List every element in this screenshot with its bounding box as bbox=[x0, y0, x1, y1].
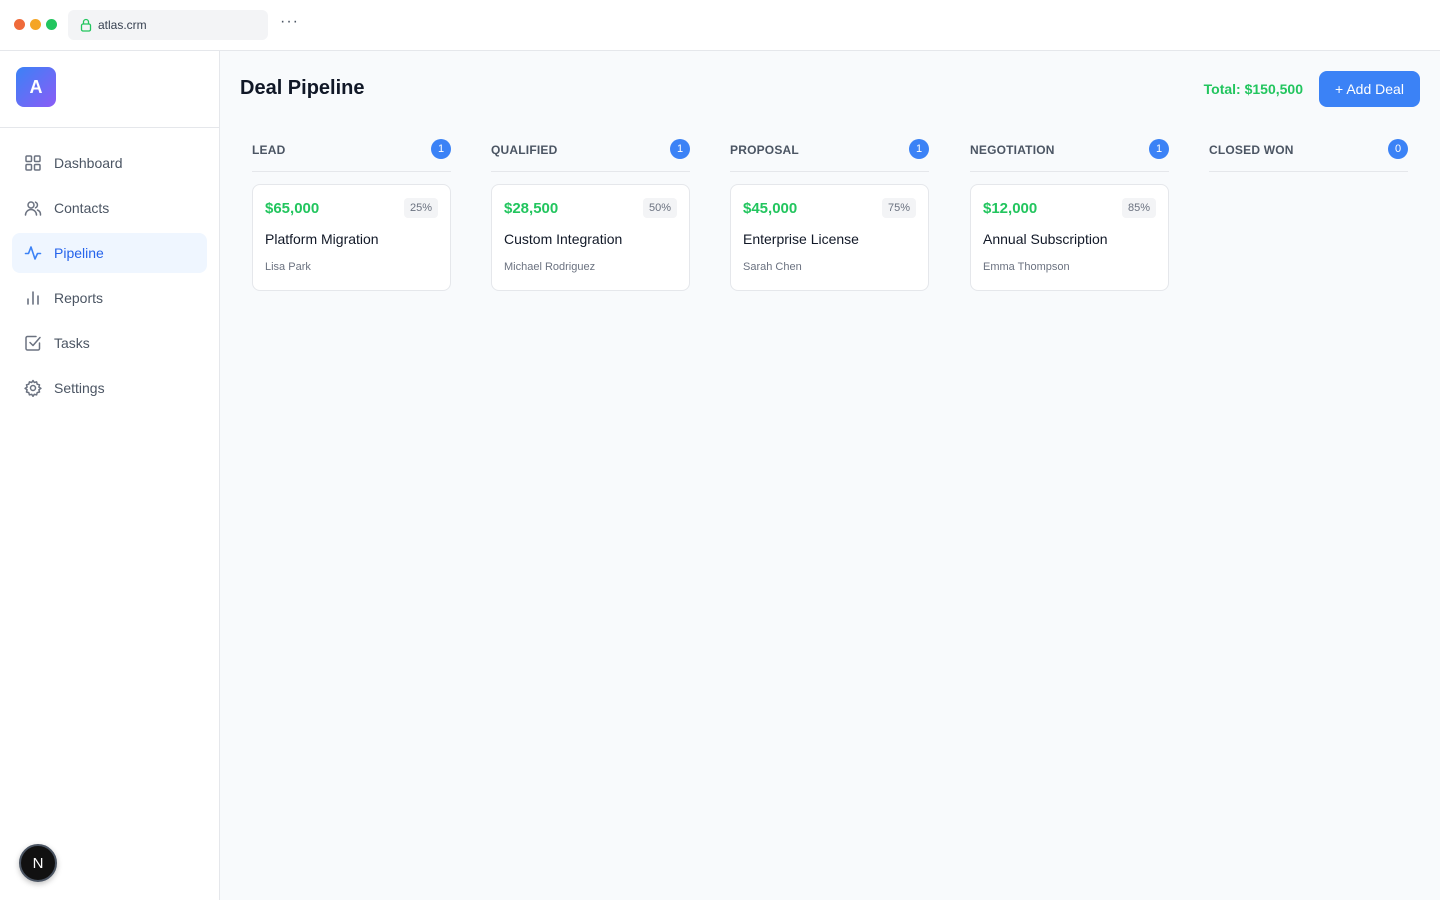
pipeline-total: Total: $150,500 bbox=[1203, 81, 1303, 97]
users-icon bbox=[24, 199, 42, 217]
more-options-icon[interactable]: ··· bbox=[280, 14, 299, 30]
deal-probability-badge: 75% bbox=[881, 198, 916, 218]
browser-chrome: atlas.crm ··· bbox=[0, 0, 1440, 51]
gear-icon bbox=[24, 379, 42, 397]
column-count-badge: 0 bbox=[1388, 139, 1408, 159]
add-deal-button[interactable]: + Add Deal bbox=[1319, 71, 1420, 107]
lock-icon bbox=[80, 18, 92, 32]
activity-icon bbox=[24, 244, 42, 262]
sidebar-item-label: Contacts bbox=[54, 200, 110, 216]
sidebar-item-label: Dashboard bbox=[54, 155, 123, 171]
column-closed-won: CLOSED WON 0 bbox=[1209, 139, 1408, 172]
column-qualified: QUALIFIED 1 $28,500 50% Custom Integrati… bbox=[491, 139, 690, 291]
column-header: NEGOTIATION 1 bbox=[970, 139, 1169, 172]
maximize-window-button[interactable] bbox=[46, 19, 57, 30]
deal-name: Platform Migration bbox=[265, 231, 379, 247]
column-title: QUALIFIED bbox=[491, 143, 558, 157]
column-title: CLOSED WON bbox=[1209, 143, 1294, 157]
address-bar[interactable]: atlas.crm bbox=[68, 10, 268, 40]
deal-owner: Sarah Chen bbox=[743, 261, 802, 273]
sidebar-item-reports[interactable]: Reports bbox=[12, 278, 207, 318]
column-title: PROPOSAL bbox=[730, 143, 799, 157]
deal-card[interactable]: $45,000 75% Enterprise License Sarah Che… bbox=[730, 184, 929, 291]
sidebar-item-contacts[interactable]: Contacts bbox=[12, 188, 207, 228]
sidebar: A Dashboard Contacts Pipeline Reports Ta… bbox=[0, 51, 220, 900]
deal-card[interactable]: $12,000 85% Annual Subscription Emma Tho… bbox=[970, 184, 1169, 291]
deal-card[interactable]: $65,000 25% Platform Migration Lisa Park bbox=[252, 184, 451, 291]
brand-logo[interactable]: A bbox=[16, 67, 56, 107]
deal-card[interactable]: $28,500 50% Custom Integration Michael R… bbox=[491, 184, 690, 291]
column-header: LEAD 1 bbox=[252, 139, 451, 172]
deal-name: Annual Subscription bbox=[983, 231, 1108, 247]
column-count-badge: 1 bbox=[431, 139, 451, 159]
url-text: atlas.crm bbox=[98, 18, 147, 32]
column-count-badge: 1 bbox=[670, 139, 690, 159]
column-header: QUALIFIED 1 bbox=[491, 139, 690, 172]
sidebar-item-label: Reports bbox=[54, 290, 104, 306]
column-count-badge: 1 bbox=[1149, 139, 1169, 159]
bar-chart-icon bbox=[24, 289, 42, 307]
checkbox-icon bbox=[24, 334, 42, 352]
column-title: NEGOTIATION bbox=[970, 143, 1055, 157]
column-negotiation: NEGOTIATION 1 $12,000 85% Annual Subscri… bbox=[970, 139, 1169, 291]
column-header: CLOSED WON 0 bbox=[1209, 139, 1408, 172]
deal-value: $12,000 bbox=[983, 200, 1038, 217]
minimize-window-button[interactable] bbox=[30, 19, 41, 30]
column-count-badge: 1 bbox=[909, 139, 929, 159]
sidebar-item-pipeline[interactable]: Pipeline bbox=[12, 233, 207, 273]
deal-owner: Michael Rodriguez bbox=[504, 261, 596, 273]
deal-probability-badge: 85% bbox=[1121, 198, 1156, 218]
deal-name: Custom Integration bbox=[504, 231, 623, 247]
deal-probability-badge: 50% bbox=[642, 198, 677, 218]
sidebar-item-label: Settings bbox=[54, 380, 105, 396]
deal-owner: Lisa Park bbox=[265, 261, 311, 273]
column-proposal: PROPOSAL 1 $45,000 75% Enterprise Licens… bbox=[730, 139, 929, 291]
grid-icon bbox=[24, 154, 42, 172]
deal-value: $28,500 bbox=[504, 200, 559, 217]
deal-value: $45,000 bbox=[743, 200, 798, 217]
sidebar-item-label: Tasks bbox=[54, 335, 90, 351]
deal-owner: Emma Thompson bbox=[983, 261, 1070, 273]
deal-value: $65,000 bbox=[265, 200, 320, 217]
sidebar-item-label: Pipeline bbox=[54, 245, 104, 261]
page-title: Deal Pipeline bbox=[240, 77, 365, 99]
deal-name: Enterprise License bbox=[743, 231, 859, 247]
sidebar-divider bbox=[0, 127, 219, 128]
column-header: PROPOSAL 1 bbox=[730, 139, 929, 172]
column-lead: LEAD 1 $65,000 25% Platform Migration Li… bbox=[252, 139, 451, 291]
column-title: LEAD bbox=[252, 143, 286, 157]
close-window-button[interactable] bbox=[14, 19, 25, 30]
sidebar-item-settings[interactable]: Settings bbox=[12, 368, 207, 408]
main-content: Deal Pipeline Total: $150,500 + Add Deal… bbox=[220, 51, 1440, 900]
sidebar-item-tasks[interactable]: Tasks bbox=[12, 323, 207, 363]
sidebar-nav: Dashboard Contacts Pipeline Reports Task… bbox=[12, 143, 207, 413]
framework-dev-badge[interactable]: N bbox=[19, 844, 57, 882]
deal-probability-badge: 25% bbox=[403, 198, 438, 218]
sidebar-item-dashboard[interactable]: Dashboard bbox=[12, 143, 207, 183]
